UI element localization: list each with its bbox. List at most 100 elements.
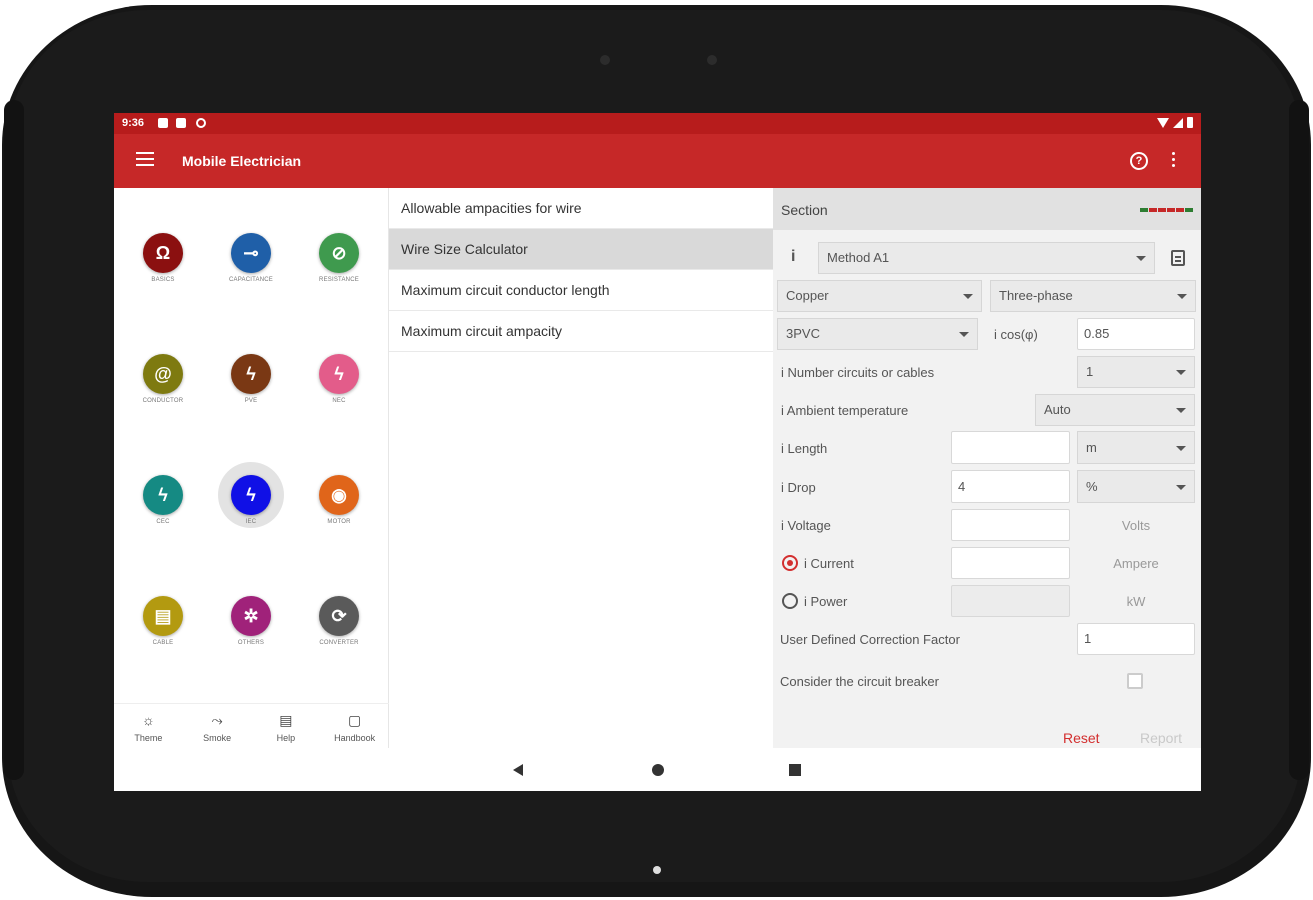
home-icon[interactable]: [652, 764, 664, 776]
recents-icon[interactable]: [789, 764, 801, 776]
length-unit-select[interactable]: m: [1077, 431, 1195, 464]
drop-unit-select[interactable]: %: [1077, 470, 1195, 503]
category-label: IEC: [245, 519, 257, 525]
document-icon[interactable]: [1171, 250, 1185, 266]
list-item-max-conductor-length[interactable]: Maximum circuit conductor length: [389, 270, 773, 311]
ambient-temperature-select[interactable]: Auto: [1035, 394, 1195, 426]
number-circuits-label: i Number circuits or cables: [781, 365, 935, 380]
correction-factor-input[interactable]: 1: [1077, 623, 1195, 655]
method-select[interactable]: Method A1: [818, 242, 1155, 274]
list-item-wire-size-calculator[interactable]: Wire Size Calculator: [389, 229, 773, 270]
report-button[interactable]: Report: [1140, 730, 1182, 746]
category-motor[interactable]: ◉ MOTOR: [304, 475, 374, 555]
app-title: Mobile Electrician: [182, 153, 302, 169]
power-input[interactable]: [951, 585, 1070, 617]
lightning-icon: ϟ: [231, 354, 271, 394]
length-unit-value: m: [1086, 440, 1097, 455]
led-indicator: [1158, 208, 1166, 212]
reset-button[interactable]: Reset: [1063, 730, 1100, 746]
smoke-icon: ⤳: [211, 712, 223, 728]
material-value: Copper: [786, 288, 829, 303]
back-icon[interactable]: [513, 764, 523, 776]
device-edge-left: [4, 100, 24, 780]
category-nec[interactable]: ϟ NEC: [304, 354, 374, 434]
cos-phi-label: i cos(φ): [994, 327, 1038, 342]
category-conductor[interactable]: @ CONDUCTOR: [128, 354, 198, 434]
nav-help[interactable]: ▤ Help: [252, 704, 321, 748]
circuit-breaker-label: Consider the circuit breaker: [780, 674, 939, 689]
cable-icon: ▤: [143, 596, 183, 636]
category-converter[interactable]: ⟳ CONVERTER: [304, 596, 374, 676]
power-unit: kW: [1126, 594, 1146, 609]
nav-theme[interactable]: ☼ Theme: [114, 704, 183, 748]
category-label: CONVERTER: [319, 640, 359, 646]
nav-label: Help: [276, 733, 296, 743]
led-indicator: [1149, 208, 1157, 212]
capacitance-icon: ⊸: [231, 233, 271, 273]
sd-card-icon: [176, 118, 186, 128]
category-basics[interactable]: Ω BASICS: [128, 233, 198, 313]
category-others[interactable]: ✲ OTHERS: [216, 596, 286, 676]
led-indicator: [1140, 208, 1148, 212]
nav-label: Handbook: [334, 733, 376, 743]
hamburger-menu-icon[interactable]: [136, 152, 154, 166]
category-resistance[interactable]: ⊘ RESISTANCE: [304, 233, 374, 313]
power-radio[interactable]: [782, 593, 798, 609]
nav-smoke[interactable]: ⤳ Smoke: [183, 704, 252, 748]
category-label: MOTOR: [327, 519, 351, 525]
number-circuits-select[interactable]: 1: [1077, 356, 1195, 388]
notification-icon: [158, 118, 168, 128]
category-iec[interactable]: ϟ IEC: [216, 462, 286, 555]
resistance-icon: ⊘: [319, 233, 359, 273]
cos-phi-input[interactable]: 0.85: [1077, 318, 1195, 350]
sensor-icon: [600, 55, 610, 65]
sync-icon: [196, 118, 206, 128]
info-icon[interactable]: i: [791, 248, 795, 266]
number-circuits-value: 1: [1086, 364, 1094, 379]
insulation-value: 3PVC: [786, 326, 820, 341]
voltage-unit: Volts: [1121, 518, 1151, 533]
category-capacitance[interactable]: ⊸ CAPACITANCE: [216, 233, 286, 313]
converter-icon: ⟳: [319, 596, 359, 636]
list-item-allowable-ampacities[interactable]: Allowable ampacities for wire: [389, 188, 773, 229]
current-unit: Ampere: [1113, 556, 1159, 571]
voltage-input[interactable]: [951, 509, 1070, 541]
category-label: CEC: [156, 519, 170, 525]
current-radio[interactable]: [782, 555, 798, 571]
led-indicator: [1185, 208, 1193, 212]
material-select[interactable]: Copper: [777, 280, 982, 312]
category-label: PVE: [244, 398, 258, 404]
length-input[interactable]: [951, 431, 1070, 464]
sun-icon: ☼: [141, 712, 155, 728]
wire-size-form: Section i Method A1 Copper Three-phase 3…: [773, 188, 1201, 748]
gear-icon: ✲: [231, 596, 271, 636]
bottom-nav: ☼ Theme ⤳ Smoke ▤ Help ▢ Handbook: [114, 703, 389, 748]
book-icon: ▢: [348, 712, 362, 728]
chevron-down-icon: [1176, 370, 1186, 375]
chevron-down-icon: [963, 294, 973, 299]
device-home-dot: [653, 866, 661, 874]
current-input[interactable]: [951, 547, 1070, 579]
length-label: i Length: [781, 441, 828, 456]
ambient-temperature-value: Auto: [1044, 402, 1071, 417]
screen: 9:36 Mobile Electrician ? Ω BASICS ⊸ CAP…: [114, 113, 1201, 791]
category-label: CABLE: [152, 640, 174, 646]
category-pve[interactable]: ϟ PVE: [216, 354, 286, 434]
correction-factor-label: User Defined Correction Factor: [780, 632, 960, 647]
nav-handbook[interactable]: ▢ Handbook: [320, 704, 389, 748]
lightning-icon: ϟ: [231, 475, 271, 515]
category-cable[interactable]: ▤ CABLE: [128, 596, 198, 676]
help-icon[interactable]: ?: [1130, 152, 1148, 170]
list-item-max-circuit-ampacity[interactable]: Maximum circuit ampacity: [389, 311, 773, 352]
drop-input[interactable]: 4: [951, 470, 1070, 503]
category-cec[interactable]: ϟ CEC: [128, 475, 198, 555]
wifi-icon: [1157, 117, 1169, 128]
tablet-device: 9:36 Mobile Electrician ? Ω BASICS ⊸ CAP…: [0, 0, 1313, 900]
led-indicator: [1167, 208, 1175, 212]
phase-select[interactable]: Three-phase: [990, 280, 1196, 312]
circuit-breaker-checkbox[interactable]: [1127, 673, 1143, 689]
ambient-temperature-label: i Ambient temperature: [781, 403, 909, 418]
insulation-select[interactable]: 3PVC: [777, 318, 978, 350]
more-options-icon[interactable]: [1172, 152, 1176, 168]
status-icons: [1157, 117, 1193, 128]
